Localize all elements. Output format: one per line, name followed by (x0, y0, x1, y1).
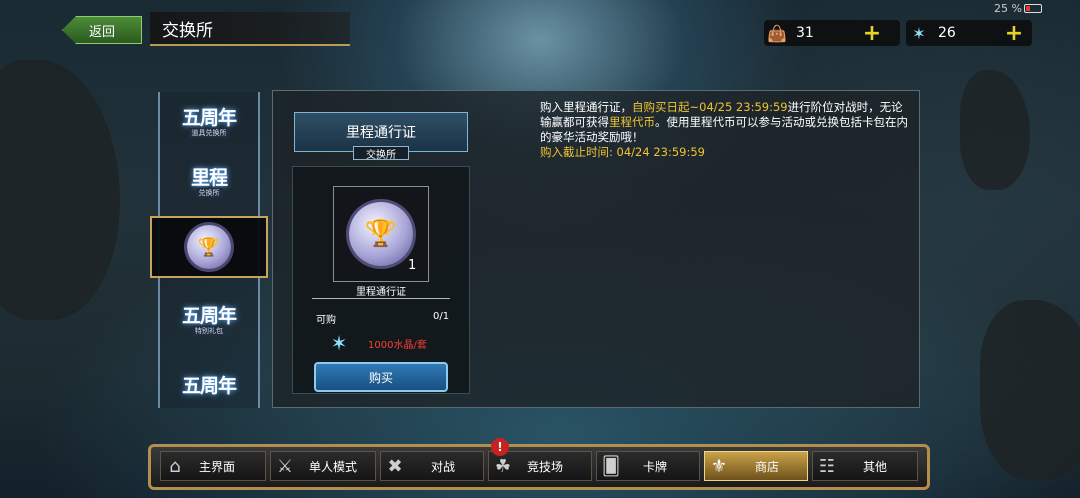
home-icon: ⌂ (169, 455, 181, 477)
nav-label: 商店 (755, 459, 780, 474)
tab-title: 五周年 (181, 106, 237, 129)
sword-icon: ⚔ (276, 455, 294, 477)
divider (312, 298, 450, 299)
nav-single-mode[interactable]: ⚔ 单人模式 (270, 451, 376, 481)
nav-cards[interactable]: 🂠 卡牌 (596, 451, 700, 481)
nav-home[interactable]: ⌂ 主界面 (160, 451, 266, 481)
item-count: 1 (408, 258, 417, 273)
purchase-limit-value: 0/1 (433, 311, 450, 322)
add-coin-button[interactable]: + (860, 21, 884, 46)
nav-battle[interactable]: ✖ 对战 (380, 451, 484, 481)
card-subtitle: 交换所 (353, 146, 409, 161)
tab-mileage[interactable]: 里程 兑换所 (162, 152, 256, 208)
tab-mileage-pass[interactable]: 🏆 (150, 216, 268, 278)
purchase-limit-label: 可购 (316, 315, 336, 326)
desc-highlight: 自购买日起~04/25 23:59:59 (632, 100, 788, 114)
buy-button[interactable]: 购买 (314, 362, 448, 392)
crystal-price-icon: ✶ (330, 331, 348, 355)
tab-title: 五周年 (181, 304, 237, 327)
coin-balance: 👜 31 + (764, 20, 900, 46)
tab-subtitle: 兑换所 (195, 187, 223, 198)
desc-highlight: 里程代币 (609, 115, 655, 129)
background-rock (0, 60, 120, 320)
nav-label: 主界面 (199, 459, 236, 474)
item-name: 里程通行证 (356, 287, 406, 298)
nav-shop[interactable]: ⚜ 商店 (704, 451, 808, 481)
desc-part: 购入里程通行证， (540, 100, 632, 114)
coin-icon: 👜 (767, 23, 787, 43)
crystal-icon: ✶ (912, 23, 926, 43)
crossed-swords-icon: ✖ (387, 455, 403, 477)
background-rock (980, 300, 1080, 480)
mileage-pass-icon: 🏆 (349, 202, 413, 266)
add-crystal-button[interactable]: + (1002, 21, 1026, 46)
arena-icon: ☘ (494, 455, 512, 477)
tab-anniversary-pack[interactable]: 五周年 特别礼包 (162, 290, 256, 346)
tab-title: 五周年 (181, 374, 237, 397)
deadline-text: 购入截止时间: 04/24 23:59:59 (540, 145, 705, 159)
tab-anniversary-items[interactable]: 五周年 道具兑换所 (162, 92, 256, 148)
tab-anniversary[interactable]: 五周年 (162, 356, 256, 412)
tab-title: 里程 (190, 166, 228, 189)
nav-arena[interactable]: ☘ 竞技场 (488, 451, 592, 481)
arena-alert-badge: ! (491, 438, 509, 456)
other-icon: ☷ (818, 455, 836, 477)
nav-label: 卡牌 (643, 459, 668, 474)
battery-icon (1024, 4, 1042, 13)
nav-label: 竞技场 (527, 459, 564, 474)
tab-subtitle: 特别礼包 (192, 325, 226, 336)
tab-subtitle: 道具兑换所 (188, 127, 230, 138)
battery-level: 25 % (994, 2, 1022, 15)
shop-icon: ⚜ (710, 455, 728, 477)
nav-label: 对战 (431, 459, 456, 474)
crystal-balance: ✶ 26 + (906, 20, 1032, 46)
crystal-value: 26 (938, 25, 956, 41)
description-text: 购入里程通行证，自购买日起~04/25 23:59:59进行阶位对战时，无论输赢… (540, 100, 910, 160)
back-button[interactable]: 返回 (62, 16, 142, 44)
nav-label: 单人模式 (309, 459, 358, 474)
coin-value: 31 (796, 25, 814, 41)
price-text: 1000水晶/套 (368, 340, 427, 351)
page-title: 交换所 (150, 12, 350, 46)
cards-icon: 🂠 (601, 455, 621, 477)
nav-label: 其他 (863, 459, 888, 474)
background-rock (960, 70, 1030, 190)
mileage-medal-icon: 🏆 (187, 225, 231, 269)
nav-other[interactable]: ☷ 其他 (812, 451, 918, 481)
